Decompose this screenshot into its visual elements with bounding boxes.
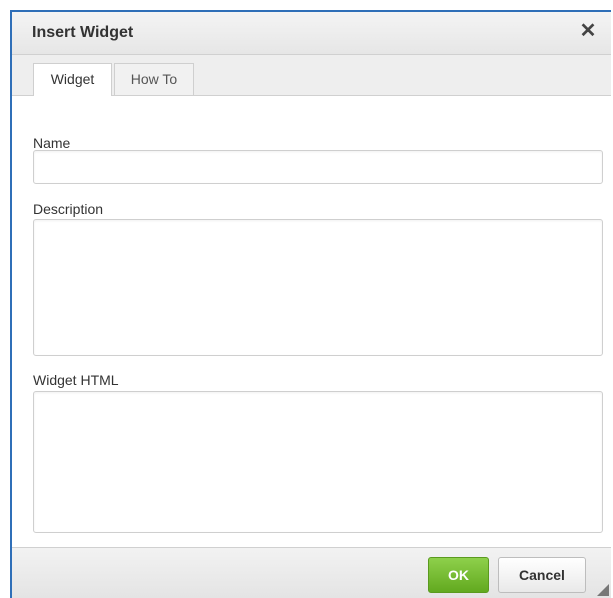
description-label: Description [33,201,104,217]
description-textarea[interactable] [33,219,603,356]
tab-widget[interactable]: Widget [33,63,112,96]
widget-html-textarea[interactable] [33,391,603,533]
name-input[interactable] [33,150,603,184]
cancel-button[interactable]: Cancel [498,557,586,593]
dialog-title: Insert Widget [32,24,134,41]
tab-how-to[interactable]: How To [114,63,194,95]
close-icon[interactable]: ✕ [577,20,599,42]
dialog-footer: OK Cancel [12,547,611,598]
ok-button[interactable]: OK [428,557,489,593]
resize-grip-icon[interactable] [597,584,609,596]
widget-html-label: Widget HTML [33,372,119,388]
name-label: Name [33,135,71,151]
tab-bar: Widget How To [12,55,611,96]
dialog-titlebar[interactable]: Insert Widget ✕ [12,12,611,55]
